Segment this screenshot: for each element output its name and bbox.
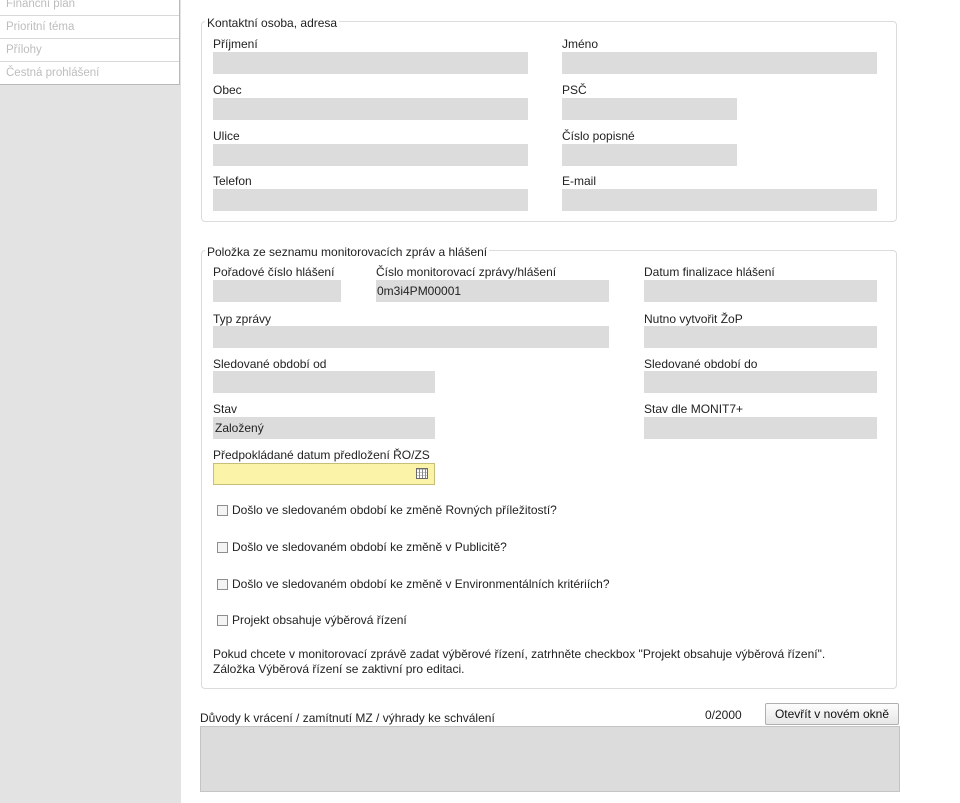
checkbox-row-equal-opportunities: Došlo ve sledovaném období ke změně Rovn… xyxy=(217,502,557,518)
zip-field[interactable] xyxy=(562,98,737,120)
order-number-field[interactable] xyxy=(213,280,341,302)
contact-legend: Kontaktní osoba, adresa xyxy=(205,16,340,30)
checkbox-tenders-label: Projekt obsahuje výběrová řízení xyxy=(232,613,407,627)
calendar-icon[interactable] xyxy=(416,468,428,479)
report-type-label: Typ zprávy xyxy=(213,312,272,326)
email-label: E-mail xyxy=(562,174,597,188)
email-field[interactable] xyxy=(562,189,877,211)
report-type-field[interactable] xyxy=(213,326,609,348)
checkbox-row-tenders: Projekt obsahuje výběrová řízení xyxy=(217,612,407,628)
checkbox-tenders[interactable] xyxy=(217,614,228,626)
open-in-new-window-button[interactable]: Otevřít v novém okně xyxy=(765,703,899,725)
house-number-field[interactable] xyxy=(562,144,737,166)
zop-field xyxy=(644,326,877,348)
submit-date-field[interactable] xyxy=(213,463,435,485)
finalization-date-field xyxy=(644,280,877,302)
tenders-note-line2: Záložka Výběrová řízení se zaktivní pro … xyxy=(213,662,465,676)
reasons-label: Důvody k vrácení / zamítnutí MZ / výhrad… xyxy=(200,711,495,725)
zop-label: Nutno vytvořit ŽoP xyxy=(644,312,743,326)
report-legend: Položka ze seznamu monitorovacích zpráv … xyxy=(205,245,490,259)
sidebar-item-financni-plan[interactable]: Finanční plán xyxy=(0,0,179,16)
city-label: Obec xyxy=(213,83,242,97)
finalization-date-label: Datum finalizace hlášení xyxy=(644,265,775,279)
sidebar-menu: Finanční plán Prioritní téma Přílohy Čes… xyxy=(0,0,180,85)
report-number-label: Číslo monitorovací zprávy/hlášení xyxy=(376,265,557,279)
checkbox-equal-opportunities-label: Došlo ve sledovaném období ke změně Rovn… xyxy=(232,503,557,517)
surname-label: Příjmení xyxy=(213,37,258,51)
surname-field[interactable] xyxy=(213,52,528,74)
sidebar-item-cestna-prohlaseni[interactable]: Čestná prohlášení xyxy=(0,62,179,84)
period-from-label: Sledované období od xyxy=(213,357,327,371)
period-to-field[interactable] xyxy=(644,371,877,393)
phone-field[interactable] xyxy=(213,189,528,211)
submit-date-label: Předpokládané datum předložení ŘO/ZS xyxy=(213,448,430,462)
checkbox-row-publicity: Došlo ve sledovaném období ke změně v Pu… xyxy=(217,539,507,555)
street-label: Ulice xyxy=(213,129,240,143)
tenders-note: Pokud chcete v monitorovací zprávě zadat… xyxy=(213,647,825,677)
state-field: Založený xyxy=(213,417,435,439)
reasons-char-counter: 0/2000 xyxy=(705,708,742,722)
period-from-field[interactable] xyxy=(213,371,435,393)
order-number-label: Pořadové číslo hlášení xyxy=(213,265,335,279)
city-field[interactable] xyxy=(213,98,528,120)
reasons-textarea[interactable] xyxy=(200,726,900,792)
sidebar: Finanční plán Prioritní téma Přílohy Čes… xyxy=(0,0,181,803)
state-label: Stav xyxy=(213,402,238,416)
monit-state-label: Stav dle MONIT7+ xyxy=(644,402,744,416)
checkbox-equal-opportunities[interactable] xyxy=(217,504,228,516)
monit-state-field xyxy=(644,417,877,439)
street-field[interactable] xyxy=(213,144,528,166)
phone-label: Telefon xyxy=(213,174,252,188)
firstname-field[interactable] xyxy=(562,52,877,74)
checkbox-publicity[interactable] xyxy=(217,541,228,553)
checkbox-environmental[interactable] xyxy=(217,578,228,590)
sidebar-item-prioritni-tema[interactable]: Prioritní téma xyxy=(0,16,179,39)
tenders-note-line1: Pokud chcete v monitorovací zprávě zadat… xyxy=(213,647,826,661)
sidebar-item-prilohy[interactable]: Přílohy xyxy=(0,39,179,62)
checkbox-publicity-label: Došlo ve sledovaném období ke změně v Pu… xyxy=(232,540,507,554)
firstname-label: Jméno xyxy=(562,37,599,51)
checkbox-environmental-label: Došlo ve sledovaném období ke změně v En… xyxy=(232,577,610,591)
house-number-label: Číslo popisné xyxy=(562,129,635,143)
zip-label: PSČ xyxy=(562,83,587,97)
period-to-label: Sledované období do xyxy=(644,357,758,371)
checkbox-row-environmental: Došlo ve sledovaném období ke změně v En… xyxy=(217,576,610,592)
report-number-field: 0m3i4PM00001 xyxy=(376,280,609,302)
